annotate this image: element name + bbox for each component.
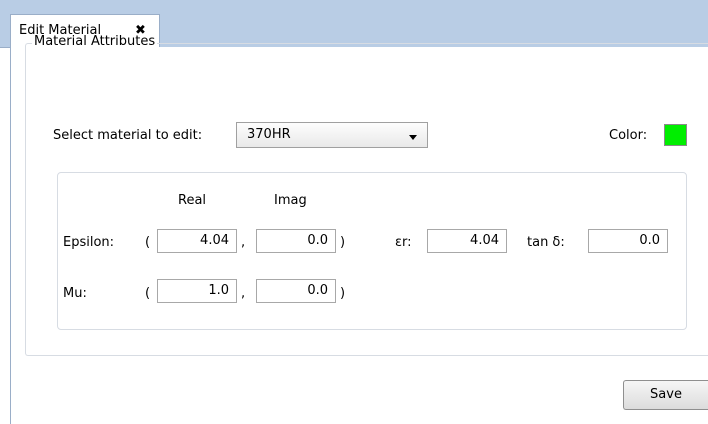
color-label: Color: bbox=[609, 128, 648, 143]
chevron-down-icon bbox=[409, 135, 417, 140]
save-button[interactable]: Save bbox=[623, 380, 708, 410]
material-select-value: 370HR bbox=[247, 127, 291, 142]
select-material-label: Select material to edit: bbox=[53, 128, 203, 143]
mu-real-field[interactable]: 1.0 bbox=[157, 279, 237, 303]
edit-material-window: Edit Material ✖ Material Attributes Sele… bbox=[0, 0, 708, 424]
group-title: Material Attributes bbox=[32, 34, 158, 49]
mu-imag-field[interactable]: 0.0 bbox=[256, 279, 336, 303]
epsilon-label: Epsilon: bbox=[63, 235, 115, 250]
epsilon-imag-field[interactable]: 0.0 bbox=[256, 229, 336, 253]
mu-label: Mu: bbox=[63, 286, 87, 301]
color-swatch[interactable] bbox=[664, 124, 687, 146]
tand-field[interactable]: 0.0 bbox=[588, 229, 668, 253]
mu-open-paren: ( bbox=[145, 286, 151, 301]
epsilon-open-paren: ( bbox=[145, 235, 151, 250]
mu-comma: , bbox=[241, 286, 246, 301]
epsilon-comma: , bbox=[241, 235, 246, 250]
material-select[interactable]: 370HR bbox=[236, 122, 428, 148]
imag-column-header: Imag bbox=[274, 193, 307, 208]
mu-close-paren: ) bbox=[340, 286, 346, 301]
er-label: εr: bbox=[395, 235, 412, 250]
epsilon-close-paren: ) bbox=[340, 235, 346, 250]
real-column-header: Real bbox=[178, 193, 207, 208]
er-field[interactable]: 4.04 bbox=[427, 229, 507, 253]
tand-label: tan δ: bbox=[527, 235, 565, 250]
epsilon-real-field[interactable]: 4.04 bbox=[157, 229, 237, 253]
